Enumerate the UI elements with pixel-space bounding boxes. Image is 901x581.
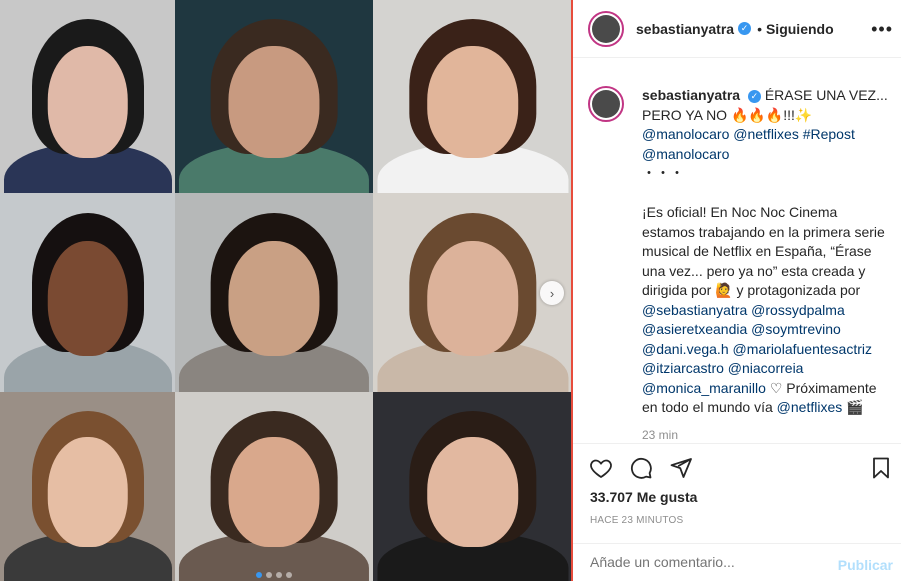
post-media-carousel[interactable]: › — [0, 0, 572, 581]
cast-portrait-3 — [373, 0, 572, 193]
share-icon[interactable] — [669, 456, 693, 480]
carousel-dot — [286, 572, 292, 578]
post-timestamp: HACE 23 MINUTOS — [590, 515, 684, 526]
cast-portrait-4 — [0, 193, 175, 392]
heart-emoji: ♡ — [769, 379, 783, 396]
caption-username[interactable]: sebastianyatra — [642, 87, 740, 103]
caption-mentions[interactable]: @manolocaro @netflixes #Repost @manoloca… — [642, 126, 855, 162]
cast-portrait-8 — [175, 392, 373, 581]
save-bookmark-icon[interactable] — [869, 456, 893, 480]
publish-button[interactable]: Publicar — [838, 557, 893, 573]
portrait-face — [228, 46, 320, 159]
like-icon[interactable] — [589, 456, 613, 480]
avatar[interactable] — [588, 10, 624, 47]
caption-line2: PERO YA NO 🔥🔥🔥!!!✨ — [642, 106, 813, 123]
caption-time: 23 min — [642, 427, 679, 442]
post-username[interactable]: sebastianyatra — [636, 21, 734, 37]
portrait-face — [228, 437, 320, 547]
portrait-face — [47, 46, 128, 159]
caption-closing-handle[interactable]: @netflixes — [777, 399, 843, 415]
caption-dots: ・・・ — [642, 165, 684, 181]
portrait-face — [228, 240, 320, 357]
caption-avatar[interactable] — [588, 86, 624, 122]
caption-block: sebastianyatra ✓ ÉRASE UNA VEZ... PERO Y… — [588, 86, 889, 442]
verified-badge-icon: ✓ — [738, 22, 752, 35]
comment-bar: Publicar — [573, 543, 901, 581]
portrait-face — [47, 240, 128, 357]
cast-portrait-7 — [0, 392, 175, 581]
cast-portrait-2 — [175, 0, 373, 193]
verified-badge-icon: ✓ — [747, 89, 761, 103]
portrait-face — [426, 46, 519, 159]
carousel-dot — [266, 572, 272, 578]
comment-icon[interactable] — [629, 456, 653, 480]
post-side-panel: sebastianyatra ✓ • Siguiendo ••• sebasti… — [573, 0, 901, 581]
cast-portrait-1 — [0, 0, 175, 193]
caption-line1: ÉRASE UNA VEZ... — [764, 87, 888, 103]
portrait-face — [426, 240, 519, 357]
cast-portrait-5 — [175, 193, 373, 392]
action-bar — [573, 443, 901, 483]
carousel-dots — [256, 572, 292, 578]
portrait-face — [47, 437, 128, 547]
caption-text: sebastianyatra ✓ ÉRASE UNA VEZ... PERO Y… — [642, 86, 892, 418]
carousel-dot — [276, 572, 282, 578]
netflix-emoji-icon: 🎬 — [846, 399, 864, 415]
separator-dot: • — [757, 20, 762, 37]
caption-body: ¡Es oficial! En Noc Noc Cinema estamos t… — [642, 204, 885, 298]
post-header: sebastianyatra ✓ • Siguiendo ••• — [573, 0, 901, 58]
cast-photo-grid — [0, 0, 572, 581]
comment-input[interactable] — [590, 554, 820, 570]
following-button[interactable]: Siguiendo — [766, 21, 834, 37]
like-count[interactable]: 33.707 Me gusta — [590, 489, 697, 505]
more-options-icon[interactable]: ••• — [871, 19, 893, 40]
carousel-next-button[interactable]: › — [540, 281, 564, 305]
carousel-dot — [256, 572, 262, 578]
cast-portrait-9 — [373, 392, 572, 581]
portrait-face — [426, 437, 519, 547]
